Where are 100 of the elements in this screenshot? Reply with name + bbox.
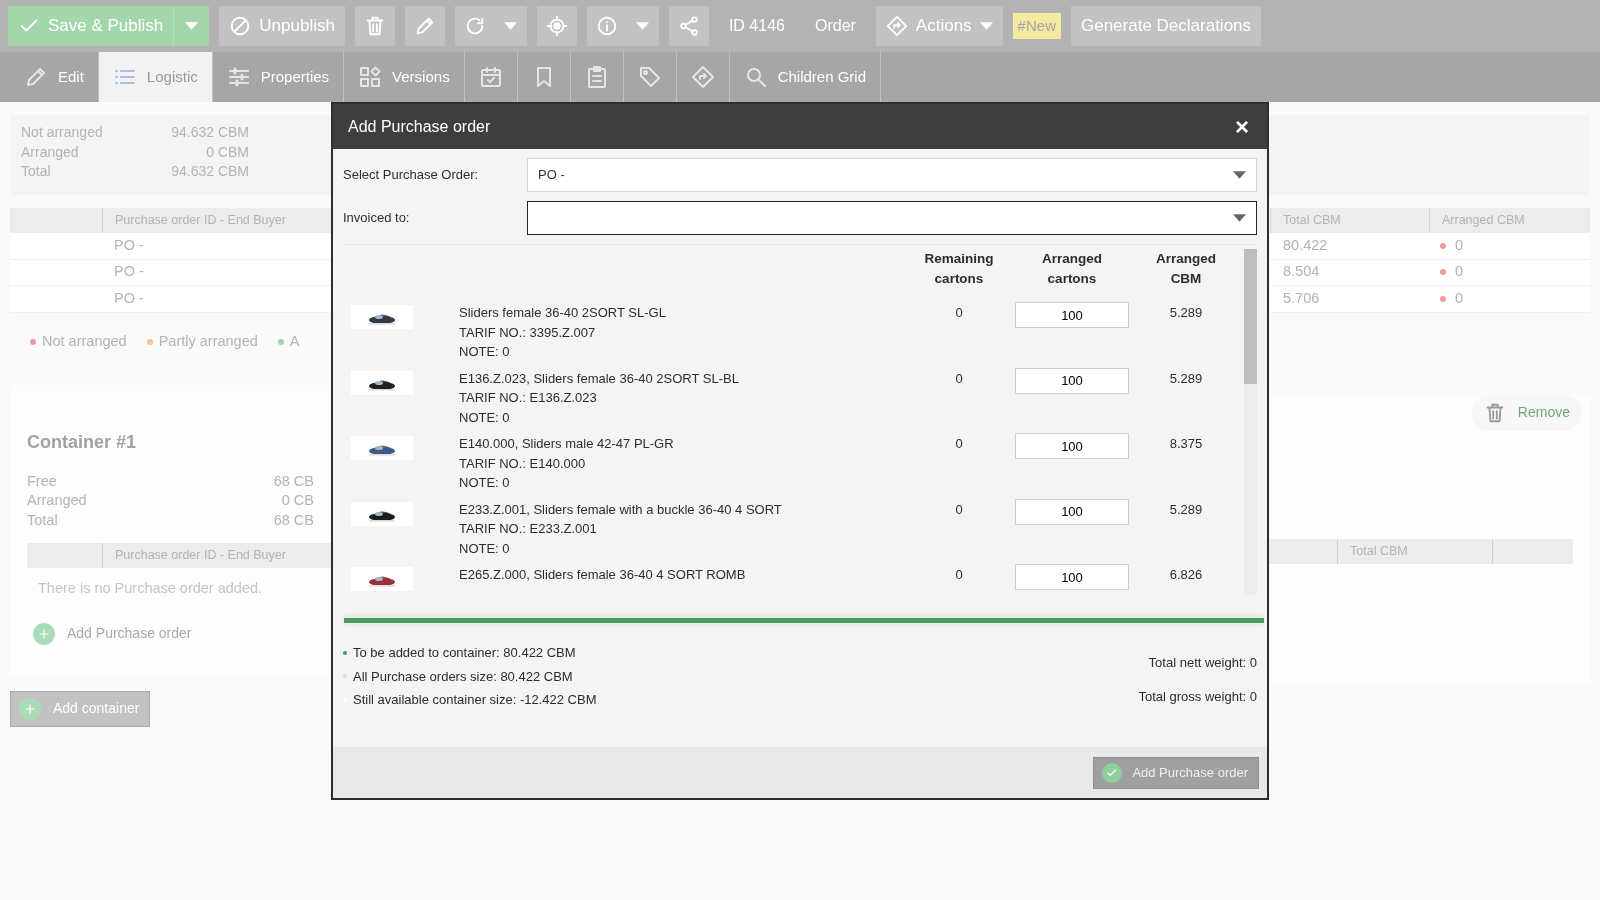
stat-label: Arranged [27,491,87,510]
add-purchase-order-link[interactable]: Add Purchase order [27,621,198,646]
legend-label: A [289,331,300,351]
cartons-input[interactable]: 100 [1015,498,1129,525]
stat-value: 68 CB [273,510,314,530]
tarif-number: TARIF NO.: 3395.Z.007 [459,323,597,342]
summary-label: Not arranged [21,123,104,142]
cartons-input[interactable]: 100 [1015,433,1129,459]
dropdown-toggle[interactable] [626,6,659,46]
summary-label: Total [21,162,52,181]
weight-text: Total gross weight: 0 [1138,689,1257,704]
cartons-input[interactable]: 100 [1015,302,1129,328]
table-cell: 0 [955,501,963,517]
legend-label: Not arranged [42,331,127,351]
target-icon [545,15,568,37]
locate-button[interactable] [536,6,577,46]
column-header: Purchase order ID - End Buyer [114,212,286,230]
caret-icon [185,22,199,30]
item-name: E265.Z.000, Sliders female 36-40 4 SORT ROMB [459,566,747,584]
table-cell: 0 [955,305,963,320]
summary-label: Arranged [21,142,80,162]
share-icon [677,15,700,37]
diamond-arrow-icon [690,65,715,89]
item-note: NOTE: 0 [459,408,511,427]
table-cell: 6.826 [1169,567,1203,582]
column-header: Remaining cartons [923,250,995,289]
column-header: Arranged CBM [1441,212,1525,230]
caret-icon [504,22,518,30]
table-cell: 5.289 [1169,305,1203,320]
cartons-input[interactable]: 100 [1015,367,1129,394]
item-note: NOTE: 0 [459,539,511,558]
table-cell: 0 [955,370,963,386]
summary-value: 94.632 CBM [171,162,249,181]
table-cell-text: 0 [1455,288,1464,308]
dropdown-toggle[interactable] [494,6,527,46]
select-field[interactable] [527,201,1257,235]
save-publish-button[interactable]: Save & Publish [8,6,174,46]
dropdown-toggle[interactable] [173,6,210,46]
stat-value: 0 CB [281,491,314,510]
column-header: Arranged CBM [1155,250,1217,289]
share-button[interactable] [668,6,709,46]
tab[interactable]: Properties [212,52,345,102]
pencil-icon [24,65,48,89]
summary-value: 0 CBM [205,142,249,162]
caret-icon [1233,171,1246,179]
stat-label: Total [27,510,58,530]
plus-icon [33,622,55,645]
tab[interactable]: Edit [10,52,99,102]
info-icon [595,15,618,37]
item-name: Sliders female 36-40 2SORT SL-GL [459,304,667,322]
table-cell-text: PO - [114,235,144,255]
table-cell: 0 [955,567,963,582]
table-cell-text: 0 [1455,262,1464,282]
table-cell: 8.375 [1169,436,1203,451]
tab[interactable]: Logistic [98,52,213,102]
close-button[interactable]: × [1229,113,1255,140]
info-button[interactable] [586,6,627,46]
edit-button[interactable] [404,6,445,46]
item-note: NOTE: 0 [459,343,511,361]
weight-text: Total nett weight: 0 [1148,655,1257,670]
select-field[interactable]: PO - [527,158,1257,192]
empty-message: There is no Purchase order added. [38,579,263,598]
tag-icon [637,65,662,89]
summary-value: 94.632 CBM [171,123,249,142]
status-tag: #New [1012,12,1061,40]
record-label: Order [813,16,857,36]
table-cell-text: PO - [114,262,144,282]
total-text: Still available container size: -12.422 CBM [353,691,597,709]
generate-declarations-button[interactable]: Generate Declarations [1070,6,1262,46]
total-text: All Purchase orders size: 80.422 CBM [353,667,573,686]
remove-button[interactable]: Remove [1471,394,1582,431]
caret-icon [636,22,650,30]
diamond-arrow-icon [885,15,908,37]
unpublish-button[interactable]: Unpublish [219,6,345,46]
column-header: Purchase order ID - End Buyer [114,547,286,565]
table-cell-text: 5.706 [1282,288,1321,308]
field-label: Select Purchase Order: [343,166,480,185]
add-container-button[interactable]: Add container [10,690,151,727]
table-cell: 5.289 [1169,501,1203,517]
stat-label: Free [27,471,57,491]
item-name: E136.Z.023, Sliders female 36-40 2SORT SL-BL [459,369,740,388]
dialog-title: Add Purchase order [348,116,491,137]
item-note: NOTE: 0 [459,474,511,492]
grid-icon [358,65,383,89]
cartons-input[interactable]: 100 [1015,564,1129,590]
table-cell: 0 [955,436,963,451]
calendar-icon [478,65,503,89]
legend-label: Partly arranged [158,331,258,351]
table-cell-text: 80.422 [1282,235,1329,255]
plus-icon [19,697,41,720]
container-title: Container #1 [27,430,137,454]
delete-button[interactable] [354,6,395,46]
table-cell-text: 0 [1455,235,1464,255]
column-header: Arranged cartons [1041,250,1103,289]
tarif-number: TARIF NO.: E140.000 [459,454,587,473]
actions-button[interactable]: Actions [875,6,1003,46]
table-cell-text: PO - [114,288,144,308]
reload-button[interactable] [454,6,495,46]
caret-icon [1233,214,1246,222]
column-header: Total CBM [1338,538,1493,564]
